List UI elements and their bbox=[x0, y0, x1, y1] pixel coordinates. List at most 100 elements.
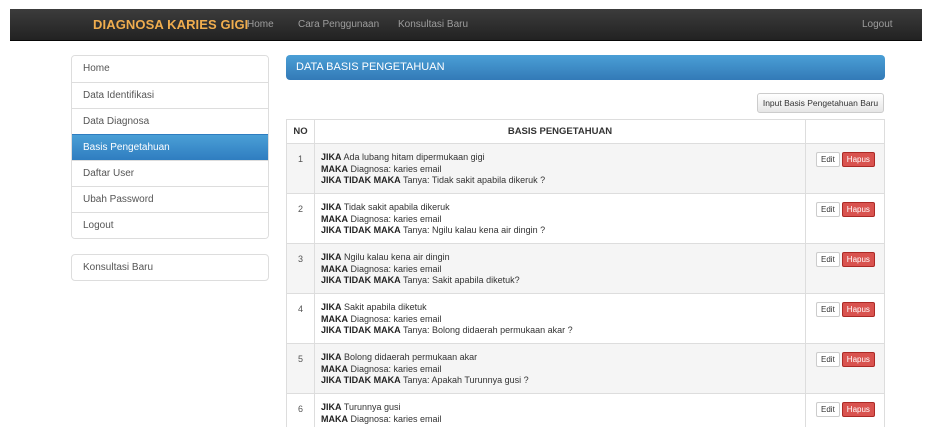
sidebar-item-data-diagnosa[interactable]: Data Diagnosa bbox=[72, 108, 268, 134]
rule-then-line: MAKA Diagnosa: karies email bbox=[321, 214, 799, 226]
edit-button[interactable]: Edit bbox=[816, 202, 840, 217]
brand-title[interactable]: DIAGNOSA KARIES GIGI bbox=[93, 9, 248, 41]
delete-button[interactable]: Hapus bbox=[841, 402, 875, 417]
sidebar-item-home[interactable]: Home bbox=[72, 56, 268, 82]
keyword-jika: JIKA bbox=[321, 302, 342, 312]
actions-cell: Edit Hapus bbox=[805, 193, 885, 244]
rule-else-line: JIKA TIDAK MAKA Tanya: Sakit apabila dik… bbox=[321, 275, 799, 287]
keyword-jika-tidak-maka: JIKA TIDAK MAKA bbox=[321, 225, 401, 235]
keyword-jika: JIKA bbox=[321, 352, 342, 362]
actions-cell: Edit Hapus bbox=[805, 343, 885, 394]
rule-cell: JIKA Sakit apabila diketuk MAKA Diagnosa… bbox=[314, 293, 806, 344]
rule-condition: Ngilu kalau kena air dingin bbox=[344, 252, 450, 262]
rule-else-question: Tanya: Sakit apabila diketuk? bbox=[403, 275, 520, 285]
input-basis-pengetahuan-button[interactable]: Input Basis Pengetahuan Baru bbox=[757, 93, 884, 113]
nav-cara-penggunaan-link[interactable]: Cara Penggunaan bbox=[298, 9, 379, 41]
keyword-maka: MAKA bbox=[321, 213, 348, 224]
rule-condition: Ada lubang hitam dipermukaan gigi bbox=[343, 152, 485, 162]
rule-if-line: JIKA Sakit apabila diketuk bbox=[321, 302, 799, 314]
row-number: 2 bbox=[286, 193, 315, 244]
panel-title: DATA BASIS PENGETAHUAN bbox=[286, 55, 885, 80]
row-number: 5 bbox=[286, 343, 315, 394]
sidebar-item-basis-pengetahuan[interactable]: Basis Pengetahuan bbox=[72, 134, 268, 160]
rule-conclusion: Diagnosa: karies email bbox=[350, 413, 442, 424]
nav-logout-link[interactable]: Logout bbox=[862, 9, 893, 41]
rule-cell: JIKA Turunnya gusi MAKA Diagnosa: karies… bbox=[314, 393, 806, 427]
rule-if-line: JIKA Ada lubang hitam dipermukaan gigi bbox=[321, 152, 799, 164]
sidebar-item-data-identifikasi[interactable]: Data Identifikasi bbox=[72, 82, 268, 108]
nav-home-link[interactable]: Home bbox=[247, 9, 274, 41]
keyword-jika: JIKA bbox=[321, 202, 342, 212]
edit-button[interactable]: Edit bbox=[816, 352, 840, 367]
rule-then-line: MAKA Diagnosa: karies email bbox=[321, 164, 799, 176]
top-navbar: DIAGNOSA KARIES GIGI Home Cara Penggunaa… bbox=[10, 9, 922, 41]
row-number: 4 bbox=[286, 293, 315, 344]
rule-else-question: Tanya: Bolong didaerah permukaan akar ? bbox=[403, 325, 573, 335]
table-row: 2 JIKA Tidak sakit apabila dikeruk MAKA … bbox=[286, 193, 885, 244]
edit-button[interactable]: Edit bbox=[816, 302, 840, 317]
rule-else-question: Tanya: Ngilu kalau kena air dingin ? bbox=[403, 225, 546, 235]
delete-button[interactable]: Hapus bbox=[841, 252, 875, 267]
rule-condition: Bolong didaerah permukaan akar bbox=[344, 352, 478, 362]
rule-conclusion: Diagnosa: karies email bbox=[350, 313, 442, 324]
keyword-maka: MAKA bbox=[321, 163, 348, 174]
keyword-jika: JIKA bbox=[321, 152, 342, 162]
edit-button[interactable]: Edit bbox=[816, 402, 840, 417]
table-row: 1 JIKA Ada lubang hitam dipermukaan gigi… bbox=[286, 143, 885, 194]
sidebar-item-ubah-password[interactable]: Ubah Password bbox=[72, 186, 268, 212]
column-header-no: NO bbox=[286, 119, 315, 144]
keyword-maka: MAKA bbox=[321, 263, 348, 274]
keyword-maka: MAKA bbox=[321, 413, 348, 424]
rule-conclusion: Diagnosa: karies email bbox=[350, 263, 442, 274]
keyword-maka: MAKA bbox=[321, 363, 348, 374]
rule-else-question: Tanya: Tidak sakit apabila dikeruk ? bbox=[403, 175, 546, 185]
rule-cell: JIKA Ada lubang hitam dipermukaan gigi M… bbox=[314, 143, 806, 194]
row-number: 1 bbox=[286, 143, 315, 194]
rule-else-question: Tanya: Apakah Turunnya gusi ? bbox=[403, 375, 529, 385]
knowledge-base-table: NO BASIS PENGETAHUAN 1 JIKA Ada lubang h… bbox=[286, 119, 885, 427]
nav-konsultasi-baru-link[interactable]: Konsultasi Baru bbox=[398, 9, 468, 41]
keyword-jika-tidak-maka: JIKA TIDAK MAKA bbox=[321, 175, 401, 185]
sidebar-menu: Home Data Identifikasi Data Diagnosa Bas… bbox=[71, 55, 269, 239]
rule-condition: Turunnya gusi bbox=[343, 402, 401, 412]
rule-if-line: JIKA Tidak sakit apabila dikeruk bbox=[321, 202, 799, 214]
rule-cell: JIKA Tidak sakit apabila dikeruk MAKA Di… bbox=[314, 193, 806, 244]
rule-else-line: JIKA TIDAK MAKA Tanya: Ngilu kalau kena … bbox=[321, 225, 799, 237]
rule-condition: Sakit apabila diketuk bbox=[344, 302, 427, 312]
delete-button[interactable]: Hapus bbox=[841, 152, 875, 167]
actions-cell: Edit Hapus bbox=[805, 393, 885, 427]
rule-cell: JIKA Bolong didaerah permukaan akar MAKA… bbox=[314, 343, 806, 394]
row-number: 6 bbox=[286, 393, 315, 427]
delete-button[interactable]: Hapus bbox=[841, 352, 875, 367]
rule-then-line: MAKA Diagnosa: karies email bbox=[321, 364, 799, 376]
rule-if-line: JIKA Ngilu kalau kena air dingin bbox=[321, 252, 799, 264]
rule-then-line: MAKA Diagnosa: karies email bbox=[321, 414, 799, 426]
sidebar-item-konsultasi-baru[interactable]: Konsultasi Baru bbox=[71, 254, 269, 281]
rule-else-line: JIKA TIDAK MAKA Tanya: Tidak sakit apabi… bbox=[321, 175, 799, 187]
keyword-jika-tidak-maka: JIKA TIDAK MAKA bbox=[321, 275, 401, 285]
rule-then-line: MAKA Diagnosa: karies email bbox=[321, 264, 799, 276]
table-row: 4 JIKA Sakit apabila diketuk MAKA Diagno… bbox=[286, 293, 885, 344]
column-header-basis-pengetahuan: BASIS PENGETAHUAN bbox=[314, 119, 806, 144]
delete-button[interactable]: Hapus bbox=[841, 202, 875, 217]
edit-button[interactable]: Edit bbox=[816, 252, 840, 267]
keyword-jika-tidak-maka: JIKA TIDAK MAKA bbox=[321, 375, 401, 385]
actions-cell: Edit Hapus bbox=[805, 243, 885, 294]
keyword-jika: JIKA bbox=[321, 402, 342, 412]
actions-cell: Edit Hapus bbox=[805, 293, 885, 344]
rule-then-line: MAKA Diagnosa: karies email bbox=[321, 314, 799, 326]
rule-else-line: JIKA TIDAK MAKA Tanya: Apakah Turunnya g… bbox=[321, 375, 799, 387]
table-row: 5 JIKA Bolong didaerah permukaan akar MA… bbox=[286, 343, 885, 394]
sidebar-item-logout[interactable]: Logout bbox=[72, 212, 268, 238]
keyword-jika: JIKA bbox=[321, 252, 342, 262]
sidebar-item-daftar-user[interactable]: Daftar User bbox=[72, 160, 268, 186]
rule-if-line: JIKA Bolong didaerah permukaan akar bbox=[321, 352, 799, 364]
keyword-jika-tidak-maka: JIKA TIDAK MAKA bbox=[321, 325, 401, 335]
row-number: 3 bbox=[286, 243, 315, 294]
column-header-actions bbox=[805, 119, 885, 144]
edit-button[interactable]: Edit bbox=[816, 152, 840, 167]
table-row: 3 JIKA Ngilu kalau kena air dingin MAKA … bbox=[286, 243, 885, 294]
table-row: 6 JIKA Turunnya gusi MAKA Diagnosa: kari… bbox=[286, 393, 885, 427]
delete-button[interactable]: Hapus bbox=[841, 302, 875, 317]
rule-conclusion: Diagnosa: karies email bbox=[350, 363, 442, 374]
